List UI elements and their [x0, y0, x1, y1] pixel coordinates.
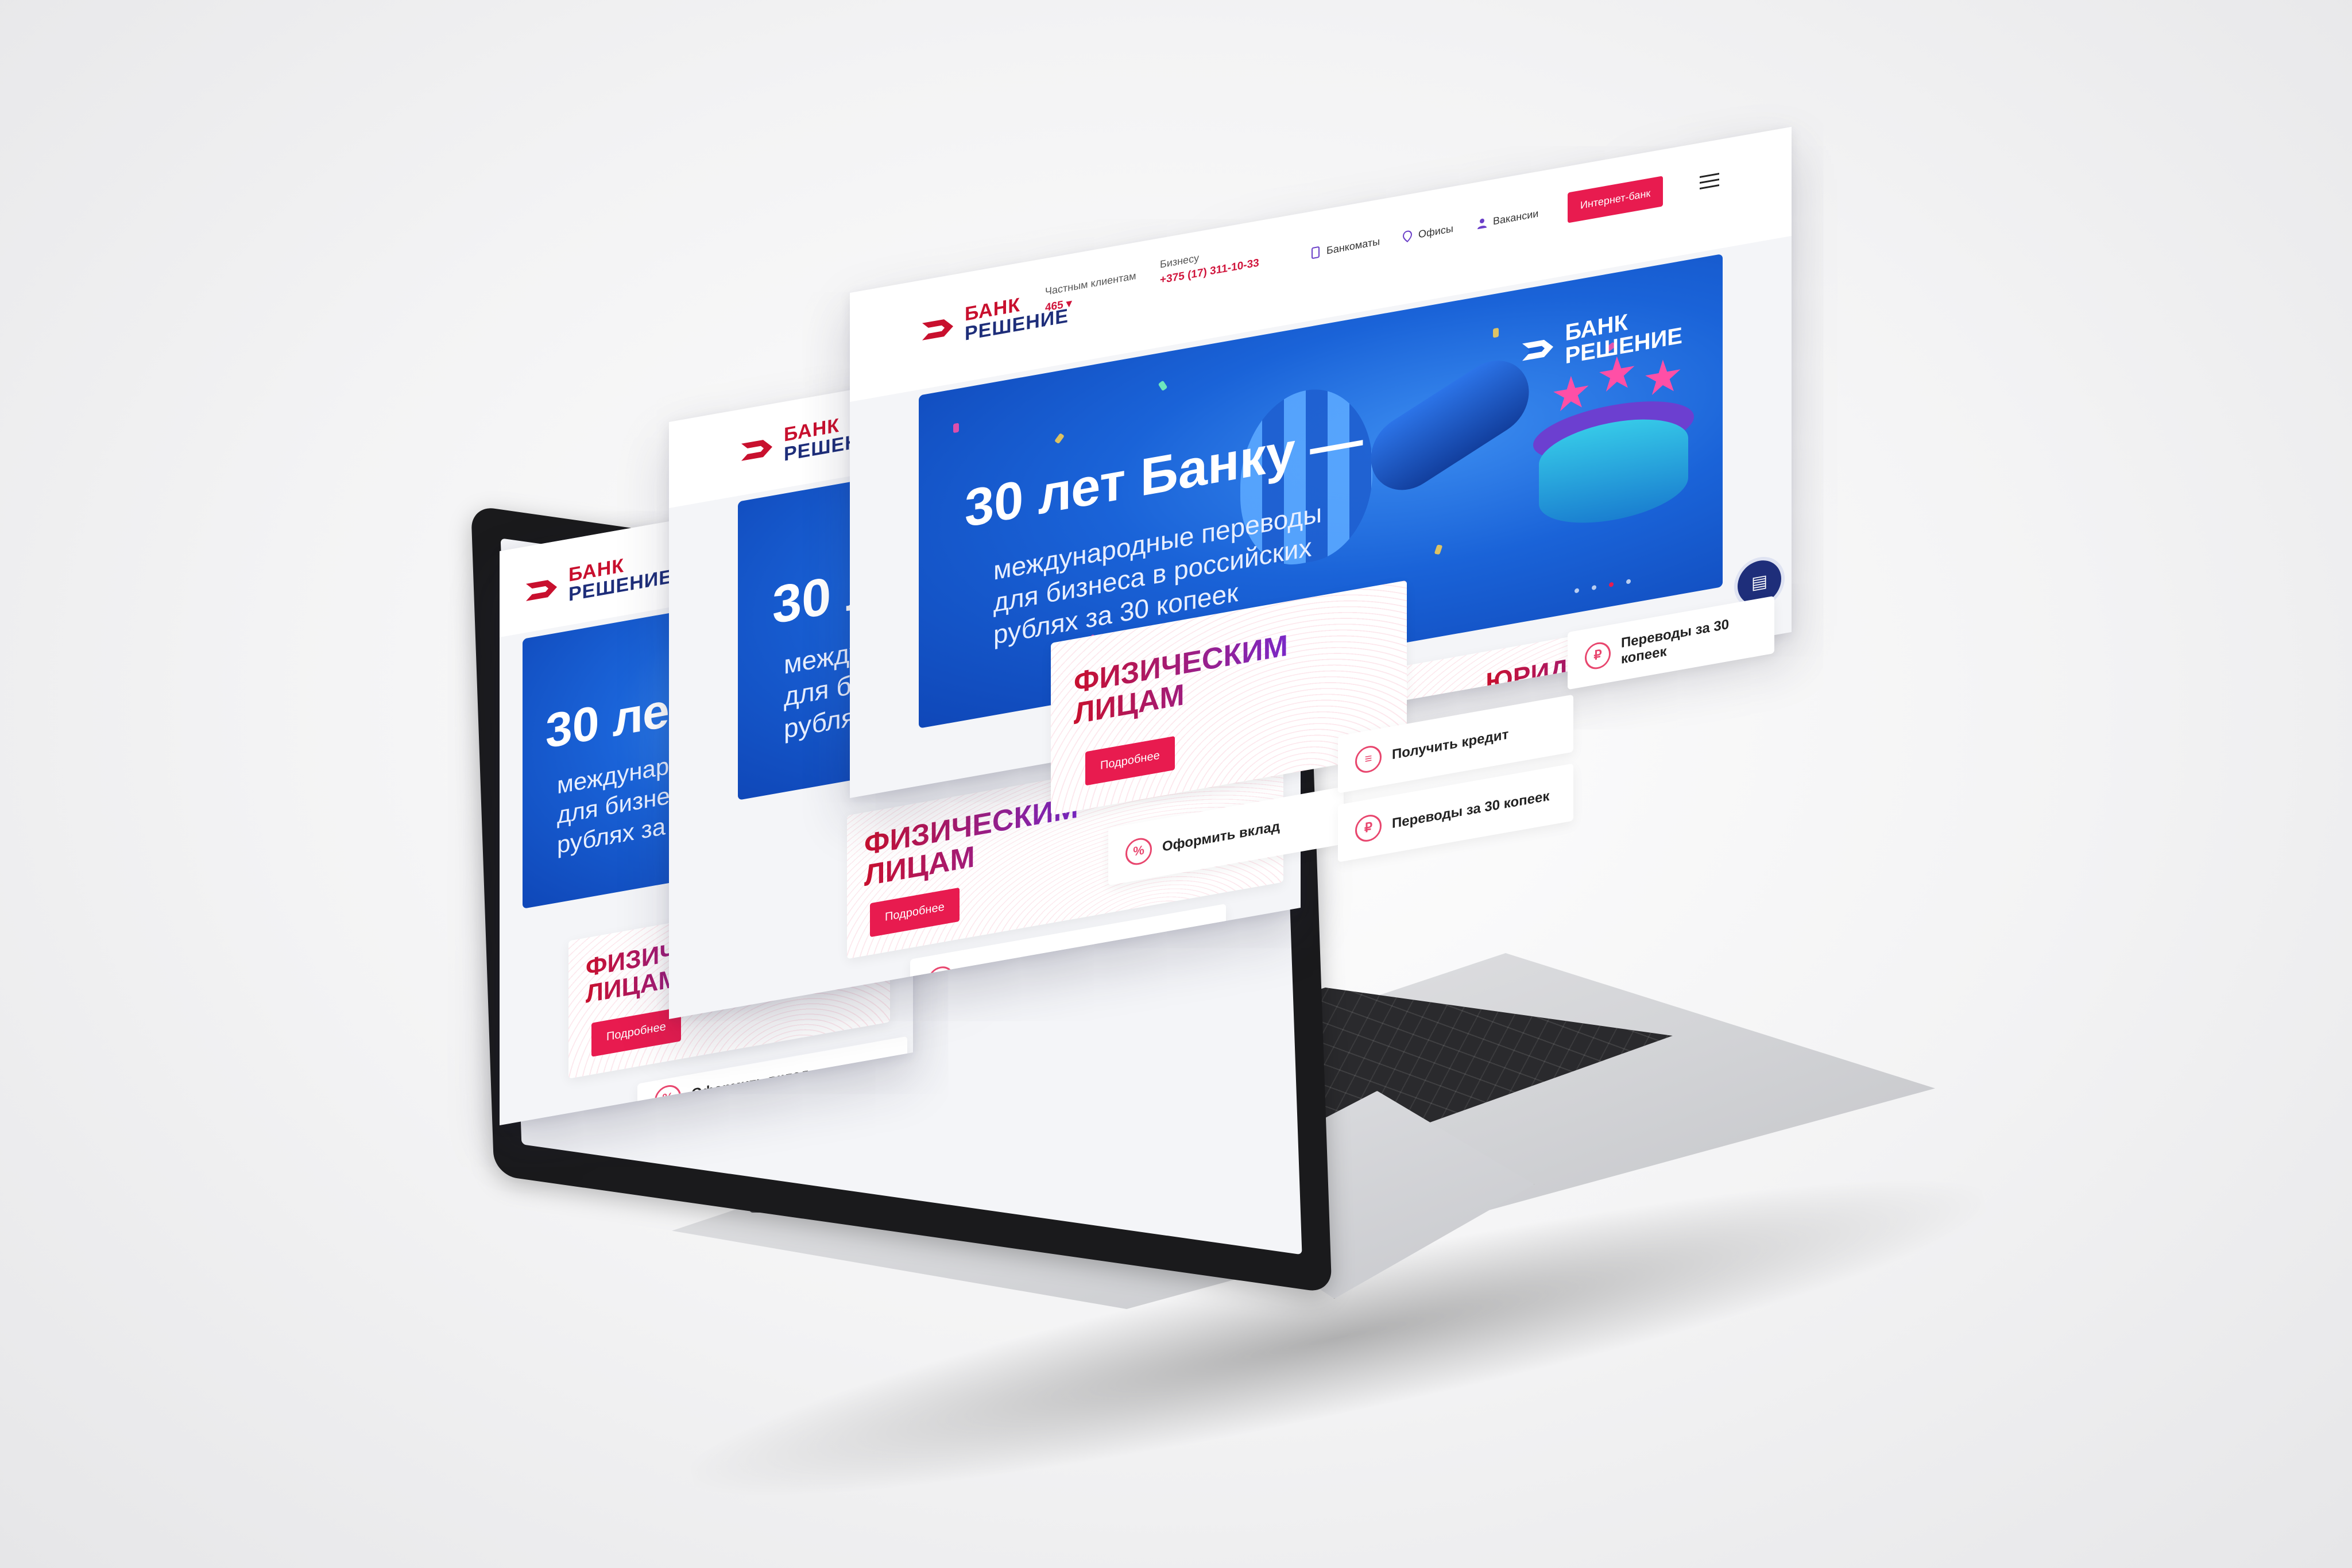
bank-logo-icon [741, 440, 772, 461]
site-logo[interactable]: БАНК РЕШЕНИЕ [523, 547, 672, 613]
service-transfers[interactable]: ₽ Переводы за 30 копеек [1568, 595, 1774, 690]
hamburger-icon[interactable] [1700, 173, 1719, 190]
internet-bank-button[interactable]: Интернет-банк [1568, 176, 1664, 223]
ruble-icon: ₽ [1355, 812, 1382, 844]
confetti-decor [1493, 327, 1499, 338]
service-deposit[interactable]: % Оформить вклад [1108, 787, 1344, 886]
private-clients-nav[interactable]: Частным клиентам 465 ▾ [1045, 270, 1136, 315]
confetti-decor [953, 423, 959, 433]
bank-logo-icon [526, 580, 557, 601]
offices-link[interactable]: Офисы [1401, 222, 1453, 244]
ruble-icon: ₽ [1585, 640, 1611, 672]
person-icon [1477, 218, 1487, 230]
chevron-down-icon: ▾ [1066, 297, 1072, 311]
airplane-illustration [1359, 346, 1541, 505]
private-clients-number-value: 465 [1045, 299, 1063, 315]
service-label: Переводы за 30 копеек [1392, 788, 1550, 832]
location-pin-icon [1402, 230, 1413, 243]
percent-icon: % [1125, 835, 1152, 868]
coins-icon: ≡ [1355, 744, 1382, 775]
service-label: Получить кредит [1392, 726, 1509, 763]
bank-logo-icon [922, 319, 953, 340]
mockup-scene: БАНК РЕШЕНИЕ 30 лет междунаро для бизнес… [0, 0, 2352, 1568]
atm-link[interactable]: Банкоматы [1309, 235, 1380, 260]
confetti-decor [1054, 433, 1065, 444]
service-label: Оформить вклад [1162, 818, 1280, 855]
business-nav[interactable]: Бизнесу +375 (17) 311-10-33 [1160, 241, 1259, 287]
offices-label: Офисы [1418, 222, 1453, 240]
bank-logo-icon [1522, 339, 1554, 361]
vacancies-label: Вакансии [1493, 207, 1539, 227]
star-icon: ★ [1550, 364, 1592, 423]
business-label: Бизнесу [1160, 251, 1200, 270]
vacancies-link[interactable]: Вакансии [1476, 207, 1538, 231]
atm-label: Банкоматы [1326, 235, 1380, 257]
confetti-decor [1434, 544, 1443, 555]
star-icon: ★ [1642, 348, 1684, 406]
confetti-decor [1158, 380, 1168, 392]
service-label: Переводы за 30 копеек [1620, 616, 1730, 667]
atm-icon [1312, 246, 1320, 259]
